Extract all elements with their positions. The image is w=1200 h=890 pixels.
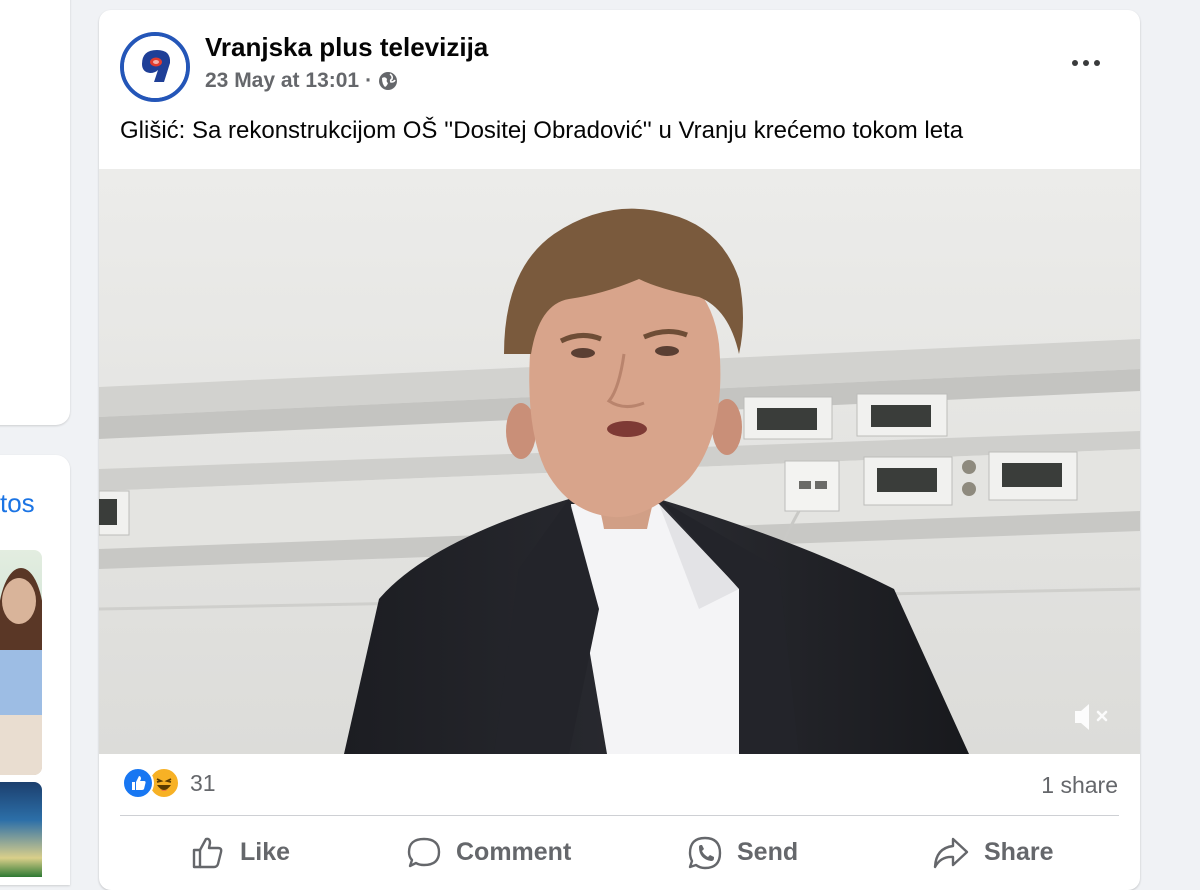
post-meta: 23 May at 13:01 · [205,69,398,93]
whatsapp-icon [688,836,722,869]
photo-thumbnail[interactable] [0,782,42,877]
action-divider [120,815,1119,816]
page-avatar[interactable] [120,32,190,102]
photos-link[interactable]: tos [0,488,35,519]
send-label: Send [737,838,799,866]
thumbs-up-icon [192,837,223,868]
globe-icon [378,71,398,91]
left-sidebar-card [0,0,70,425]
speaker-muted-icon[interactable] [1069,697,1115,737]
comment-icon [407,837,441,867]
meta-separator: · [365,69,373,92]
post-video[interactable] [99,169,1140,754]
share-button[interactable]: Share [932,825,1053,880]
post-timestamp[interactable]: 23 May at 13:01 [205,69,359,93]
comment-label: Comment [456,838,572,866]
like-reaction-icon [122,767,154,799]
page-name-link[interactable]: Vranjska plus televizija [205,32,488,63]
share-count[interactable]: 1 share [1041,772,1118,799]
comment-button[interactable]: Comment [406,825,571,880]
share-arrow-icon [933,837,969,868]
more-options-icon[interactable] [1061,48,1111,78]
feed-post: Vranjska plus televizija 23 May at 13:01… [99,10,1140,890]
share-label: Share [984,838,1054,866]
post-caption: Glišić: Sa rekonstrukcijom OŠ ''Dositej … [120,117,964,144]
photo-thumbnail[interactable] [0,550,42,775]
like-button[interactable]: Like [190,825,290,880]
send-button[interactable]: Send [687,825,798,880]
reaction-summary[interactable]: 31 [122,767,216,799]
reaction-count[interactable]: 31 [190,770,216,797]
post-action-bar: Like Comment Send Share [120,825,1119,880]
video-frame [99,169,1140,754]
like-label: Like [240,838,291,866]
